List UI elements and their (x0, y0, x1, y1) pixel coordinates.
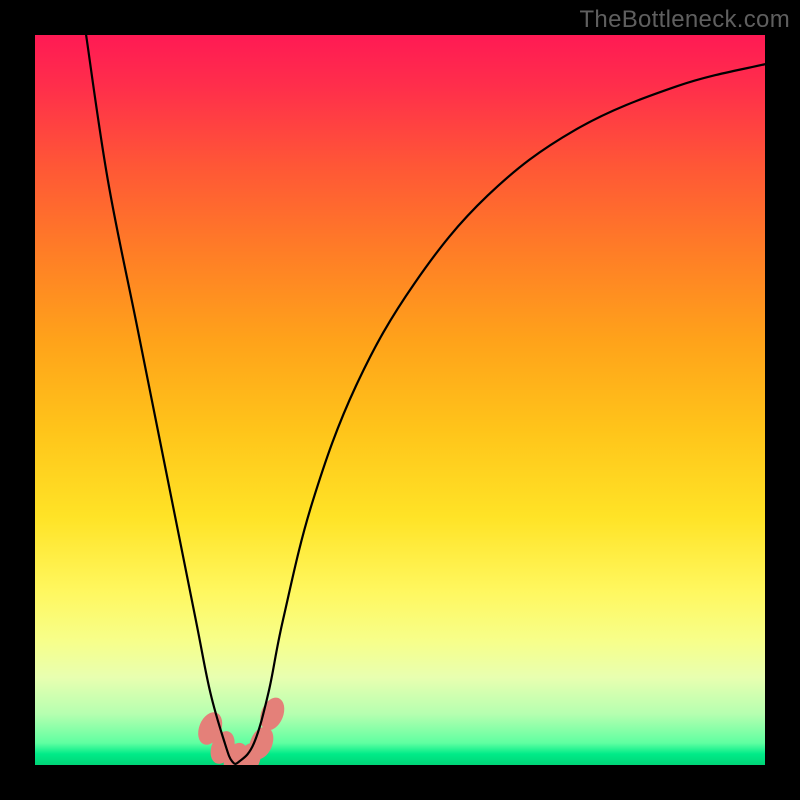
watermark-text: TheBottleneck.com (579, 6, 790, 34)
chart-frame: TheBottleneck.com (0, 0, 800, 800)
marker-layer (194, 694, 289, 765)
plot-area (35, 35, 765, 765)
dip-marker-6 (256, 694, 289, 734)
bottleneck-curve-path (86, 35, 765, 764)
chart-svg (35, 35, 765, 765)
